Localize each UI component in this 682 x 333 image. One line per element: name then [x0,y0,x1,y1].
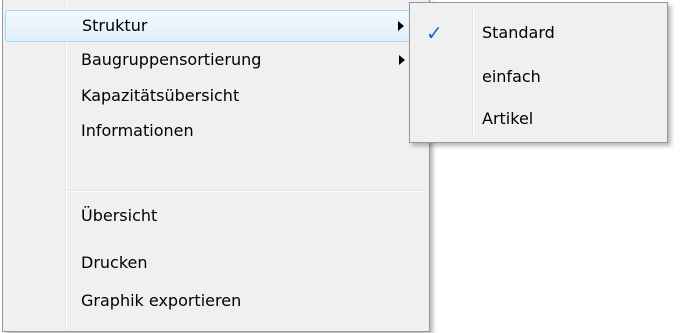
submenu-item-label: Artikel [482,109,534,128]
submenu-arrow-icon [399,55,405,65]
submenu-item-standard[interactable]: ✓ Standard [412,17,665,49]
menu-item-baugruppensortierung[interactable]: Baugruppensortierung [5,44,427,76]
submenu-item-einfach[interactable]: einfach [412,61,665,93]
menu-item-informationen[interactable]: Informationen [5,115,427,147]
menu-item-drucken[interactable]: Drucken [5,247,427,279]
menu-item-label: Kapazitätsübersicht [81,86,240,105]
menu-item-graphik-exportieren[interactable]: Graphik exportieren [5,285,427,317]
menu-separator [68,190,425,191]
menu-item-label: Drucken [81,253,148,272]
checkmark-icon: ✓ [426,21,443,45]
submenu-item-label: einfach [482,67,541,86]
menu-item-uebersicht[interactable]: Übersicht [5,200,427,232]
context-menu: Struktur Baugruppensortierung Kapazitäts… [2,0,430,332]
menu-item-label: Baugruppensortierung [81,50,262,69]
submenu-arrow-icon [398,21,404,31]
submenu-item-artikel[interactable]: Artikel [412,103,665,135]
menu-item-label: Informationen [81,121,194,140]
menu-item-label: Übersicht [81,206,158,225]
menu-item-struktur[interactable]: Struktur [5,10,427,42]
submenu-item-label: Standard [482,23,555,42]
menu-item-kapazitaetsuebersicht[interactable]: Kapazitätsübersicht [5,80,427,112]
struktur-submenu: ✓ Standard einfach Artikel [409,2,668,143]
menu-item-label: Struktur [82,16,148,35]
menu-item-label: Graphik exportieren [81,291,242,310]
